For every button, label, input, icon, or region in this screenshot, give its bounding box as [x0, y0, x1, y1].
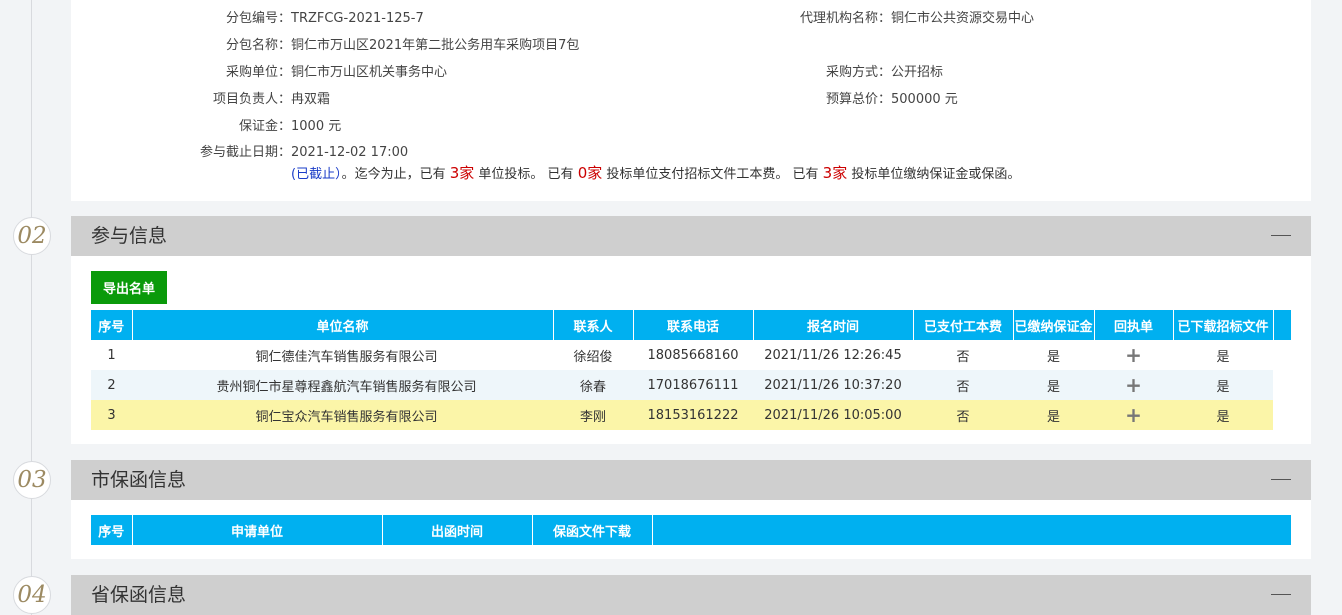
deposit: 1000 元 [291, 119, 342, 134]
status-text-4: 投标单位缴纳保证金或保函。 [851, 167, 1021, 182]
agency: 铜仁市公共资源交易中心 [891, 11, 1035, 26]
row-fee-paid: 否 [913, 340, 1013, 370]
row-signup-time: 2021/11/26 10:05:00 [753, 400, 913, 430]
row-index: 1 [91, 340, 132, 370]
owner: 冉双霜 [291, 92, 331, 107]
col-signup-time: 报名时间 [753, 310, 914, 340]
col-index: 序号 [91, 515, 133, 545]
plus-icon[interactable]: + [1125, 345, 1142, 365]
col-issue-time: 出函时间 [382, 515, 533, 545]
row-fee-paid: 否 [913, 370, 1013, 400]
step-number-04: 04 [13, 576, 51, 614]
row-receipt: + [1094, 340, 1173, 370]
col-receipt: 回执单 [1094, 310, 1174, 340]
row-spacer [1273, 340, 1291, 370]
col-fee-paid: 已支付工本费 [913, 310, 1014, 340]
row-index: 2 [91, 370, 132, 400]
paid-count: 0家 [577, 164, 603, 182]
participants-panel: 导出名单 序号 单位名称 联系人 联系电话 报名时间 已支付工本费 已缴纳保证金… [71, 256, 1311, 444]
step-number-02: 02 [13, 217, 51, 255]
city-guarantee-title: 市保函信息 [91, 469, 187, 491]
package-no: TRZFCG-2021-125-7 [291, 11, 424, 26]
deadline: 2021-12-02 17:00 [291, 145, 409, 160]
table-row: 1 铜仁德佳汽车销售服务有限公司 徐绍俊 18085668160 2021/11… [91, 340, 1291, 370]
row-receipt: + [1094, 370, 1173, 400]
plus-icon[interactable]: + [1125, 405, 1142, 425]
row-phone: 18153161222 [633, 400, 753, 430]
col-spacer [1273, 310, 1292, 340]
province-guarantee-title: 省保函信息 [91, 584, 187, 606]
buyer-label: 采购单位： [225, 65, 291, 80]
status-closed: (已截止） [291, 167, 342, 182]
row-downloaded: 是 [1173, 340, 1273, 370]
col-phone: 联系电话 [633, 310, 754, 340]
row-receipt: + [1094, 400, 1173, 430]
city-guarantee-panel: 序号 申请单位 出函时间 保函文件下载 [71, 500, 1311, 559]
method: 公开招标 [891, 65, 944, 80]
col-file-download: 保函文件下载 [532, 515, 653, 545]
budget: 500000 元 [891, 92, 958, 107]
timeline-line [31, 0, 32, 615]
row-downloaded: 是 [1173, 400, 1273, 430]
participants-table: 序号 单位名称 联系人 联系电话 报名时间 已支付工本费 已缴纳保证金 回执单 … [91, 310, 1292, 430]
deposit-count: 3家 [822, 164, 848, 182]
row-contact: 徐绍俊 [553, 340, 633, 370]
city-guarantee-header: 市保函信息 [71, 460, 1311, 500]
participants-title: 参与信息 [91, 225, 168, 247]
table-row: 3 铜仁宝众汽车销售服务有限公司 李刚 18153161222 2021/11/… [91, 400, 1291, 430]
col-spacer [652, 515, 1291, 545]
table-row: 2 贵州铜仁市星尊程鑫航汽车销售服务有限公司 徐春 17018676111 20… [91, 370, 1291, 400]
step-number-03: 03 [13, 461, 51, 499]
row-company: 铜仁德佳汽车销售服务有限公司 [132, 340, 553, 370]
row-phone: 17018676111 [633, 370, 753, 400]
row-spacer [1273, 400, 1291, 430]
buyer: 铜仁市万山区机关事务中心 [291, 65, 448, 80]
city-guarantee-header-row: 序号 申请单位 出函时间 保函文件下载 [91, 515, 1291, 545]
row-phone: 18085668160 [633, 340, 753, 370]
bid-status-line: (已截止）。迄今为止，已有 3家 单位投标。 已有 0家 投标单位支付招标文件工… [291, 163, 1291, 183]
row-fee-paid: 否 [913, 400, 1013, 430]
package-name: 铜仁市万山区2021年第二批公务用车采购项目7包 [291, 38, 580, 53]
row-signup-time: 2021/11/26 10:37:20 [753, 370, 913, 400]
collapse-icon[interactable] [1271, 479, 1291, 480]
status-text-1: 。迄今为止，已有 [341, 167, 446, 182]
deadline-label: 参与截止日期： [199, 145, 291, 160]
collapse-icon[interactable] [1271, 235, 1291, 236]
col-contact: 联系人 [553, 310, 634, 340]
collapse-icon[interactable] [1271, 594, 1291, 595]
city-guarantee-table: 序号 申请单位 出函时间 保函文件下载 [91, 515, 1291, 545]
row-signup-time: 2021/11/26 12:26:45 [753, 340, 913, 370]
col-applicant: 申请单位 [132, 515, 383, 545]
status-text-2: 单位投标。 已有 [478, 167, 574, 182]
project-info-panel: 分包编号： TRZFCG-2021-125-7 代理机构名称： 铜仁市公共资源交… [71, 0, 1311, 201]
row-contact: 李刚 [553, 400, 633, 430]
row-deposit-paid: 是 [1013, 370, 1094, 400]
bid-count: 3家 [449, 164, 475, 182]
row-company: 贵州铜仁市星尊程鑫航汽车销售服务有限公司 [132, 370, 553, 400]
budget-label: 预算总价： [825, 92, 891, 107]
col-company: 单位名称 [132, 310, 554, 340]
method-label: 采购方式： [825, 65, 891, 80]
participants-header: 参与信息 [71, 216, 1311, 256]
participants-header-row: 序号 单位名称 联系人 联系电话 报名时间 已支付工本费 已缴纳保证金 回执单 … [91, 310, 1292, 340]
row-contact: 徐春 [553, 370, 633, 400]
row-deposit-paid: 是 [1013, 400, 1094, 430]
status-text-3: 投标单位支付招标文件工本费。 已有 [606, 167, 819, 182]
export-list-button[interactable]: 导出名单 [91, 271, 167, 304]
row-index: 3 [91, 400, 132, 430]
col-index: 序号 [91, 310, 133, 340]
plus-icon[interactable]: + [1125, 375, 1142, 395]
row-downloaded: 是 [1173, 370, 1273, 400]
col-downloaded: 已下载招标文件 [1173, 310, 1274, 340]
col-deposit-paid: 已缴纳保证金 [1013, 310, 1095, 340]
row-company: 铜仁宝众汽车销售服务有限公司 [132, 400, 553, 430]
package-no-label: 分包编号： [225, 11, 291, 26]
package-name-label: 分包名称： [225, 38, 291, 53]
province-guarantee-header: 省保函信息 [71, 575, 1311, 615]
deposit-label: 保证金： [238, 119, 291, 134]
row-deposit-paid: 是 [1013, 340, 1094, 370]
row-spacer [1273, 370, 1291, 400]
owner-label: 项目负责人： [212, 92, 291, 107]
agency-label: 代理机构名称： [799, 11, 891, 26]
